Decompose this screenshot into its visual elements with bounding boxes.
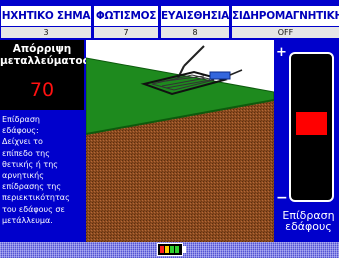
rejection-title-line2: μεταλλεύματος [0, 55, 89, 67]
battery-terminal [183, 246, 186, 253]
tab-ferromagnetic[interactable]: ΣΙΔΗΡΟΜΑΓΝΗΤΙΚΗ OFF [232, 6, 339, 38]
info-line: μετάλλευμα. [2, 215, 53, 225]
rejection-title-line1: Απόρριψη [12, 43, 72, 55]
settings-bar: ΗΧΗΤΙΚΟ ΣΗΜΑ 3 ΦΩΤΙΣΜΟΣ 7 ΕΥΑΙΣΘΗΣΙΑ 8 Σ… [0, 0, 339, 40]
tab-audio-signal[interactable]: ΗΧΗΤΙΚΟ ΣΗΜΑ 3 [1, 6, 91, 38]
ground-effect-marker [296, 112, 327, 135]
rejection-value: 70 [0, 70, 84, 110]
ground-scene-illustration [86, 40, 274, 242]
tab-sensitivity[interactable]: ΕΥΑΙΣΘΗΣΙΑ 8 [161, 6, 229, 38]
tab-sensitivity-label: ΕΥΑΙΣΘΗΣΙΑ [161, 6, 229, 26]
tab-backlight-value: 7 [94, 27, 158, 38]
ground-effect-info: Επίδραση εδάφους: Δείχνει το επίπεδο της… [2, 114, 84, 226]
battery-icon [157, 243, 183, 256]
ground-effect-panel: + − Επίδραση εδάφους [276, 40, 339, 242]
gauge-minus-sign: − [276, 190, 288, 206]
info-line: επίδρασης της [2, 182, 62, 192]
battery-cell-2 [165, 246, 169, 253]
info-line: επίπεδο της [2, 148, 50, 158]
status-bar [0, 242, 339, 258]
battery-cell-1 [160, 246, 164, 253]
rejection-title: Απόρριψη μεταλλεύματος [0, 40, 89, 70]
gauge-plus-sign: + [276, 45, 287, 60]
ground-effect-label-line2: εδάφους [285, 220, 332, 233]
ground-effect-label: Επίδραση εδάφους [278, 210, 339, 232]
tab-audio-signal-value: 3 [1, 27, 91, 38]
tab-ferromagnetic-value: OFF [232, 27, 339, 38]
info-line: θετικής ή της [2, 159, 58, 169]
tab-audio-signal-label: ΗΧΗΤΙΚΟ ΣΗΜΑ [1, 6, 91, 26]
info-line: αρνητικής [2, 171, 44, 181]
tab-sensitivity-value: 8 [161, 27, 229, 38]
info-line: του εδάφους σε [2, 204, 65, 214]
ground-effect-gauge [289, 52, 334, 202]
info-line: εδάφους: [2, 126, 39, 136]
detector-screen: ΗΧΗΤΙΚΟ ΣΗΜΑ 3 ΦΩΤΙΣΜΟΣ 7 ΕΥΑΙΣΘΗΣΙΑ 8 Σ… [0, 0, 339, 258]
info-line: περιεκτικότητας [2, 193, 70, 203]
ground-scene [86, 40, 274, 242]
tab-backlight-label: ΦΩΤΙΣΜΟΣ [94, 6, 158, 26]
left-info-panel: Απόρριψη μεταλλεύματος 70 Επίδραση εδάφο… [0, 40, 89, 242]
battery-cell-4 [175, 246, 179, 253]
tab-backlight[interactable]: ΦΩΤΙΣΜΟΣ 7 [94, 6, 158, 38]
info-line: Επίδραση [2, 115, 40, 124]
battery-cell-3 [170, 246, 174, 253]
info-line: Δείχνει το [2, 137, 43, 147]
tab-ferromagnetic-label: ΣΙΔΗΡΟΜΑΓΝΗΤΙΚΗ [232, 6, 339, 26]
